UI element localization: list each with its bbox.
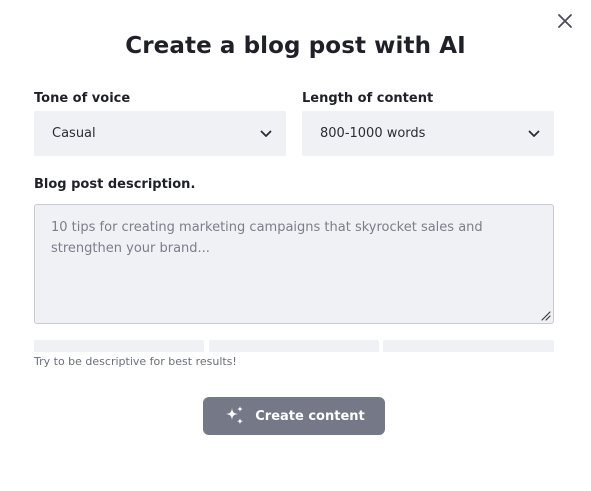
sparkles-icon bbox=[226, 406, 244, 425]
tone-value: Casual bbox=[52, 126, 96, 141]
strength-segment bbox=[383, 340, 554, 352]
strength-segment bbox=[34, 340, 204, 352]
tone-label: Tone of voice bbox=[34, 91, 131, 106]
description-textarea[interactable]: 10 tips for creating marketing campaigns… bbox=[34, 204, 554, 324]
dialog-title: Create a blog post with AI bbox=[125, 33, 466, 59]
close-button[interactable] bbox=[554, 10, 576, 32]
close-icon bbox=[558, 14, 572, 28]
length-value: 800-1000 words bbox=[320, 126, 426, 141]
description-hint: Try to be descriptive for best results! bbox=[34, 355, 237, 368]
create-content-button[interactable]: Create content bbox=[203, 397, 385, 435]
create-content-label: Create content bbox=[255, 408, 365, 424]
strength-segment bbox=[209, 340, 379, 352]
chevron-down-icon bbox=[528, 130, 540, 137]
length-select[interactable]: 800-1000 words bbox=[302, 111, 554, 156]
description-placeholder: 10 tips for creating marketing campaigns… bbox=[51, 220, 483, 256]
description-label: Blog post description. bbox=[34, 177, 196, 192]
chevron-down-icon bbox=[260, 130, 272, 137]
tone-select[interactable]: Casual bbox=[34, 111, 286, 156]
length-label: Length of content bbox=[302, 91, 434, 106]
resize-grip-icon[interactable] bbox=[540, 310, 551, 321]
